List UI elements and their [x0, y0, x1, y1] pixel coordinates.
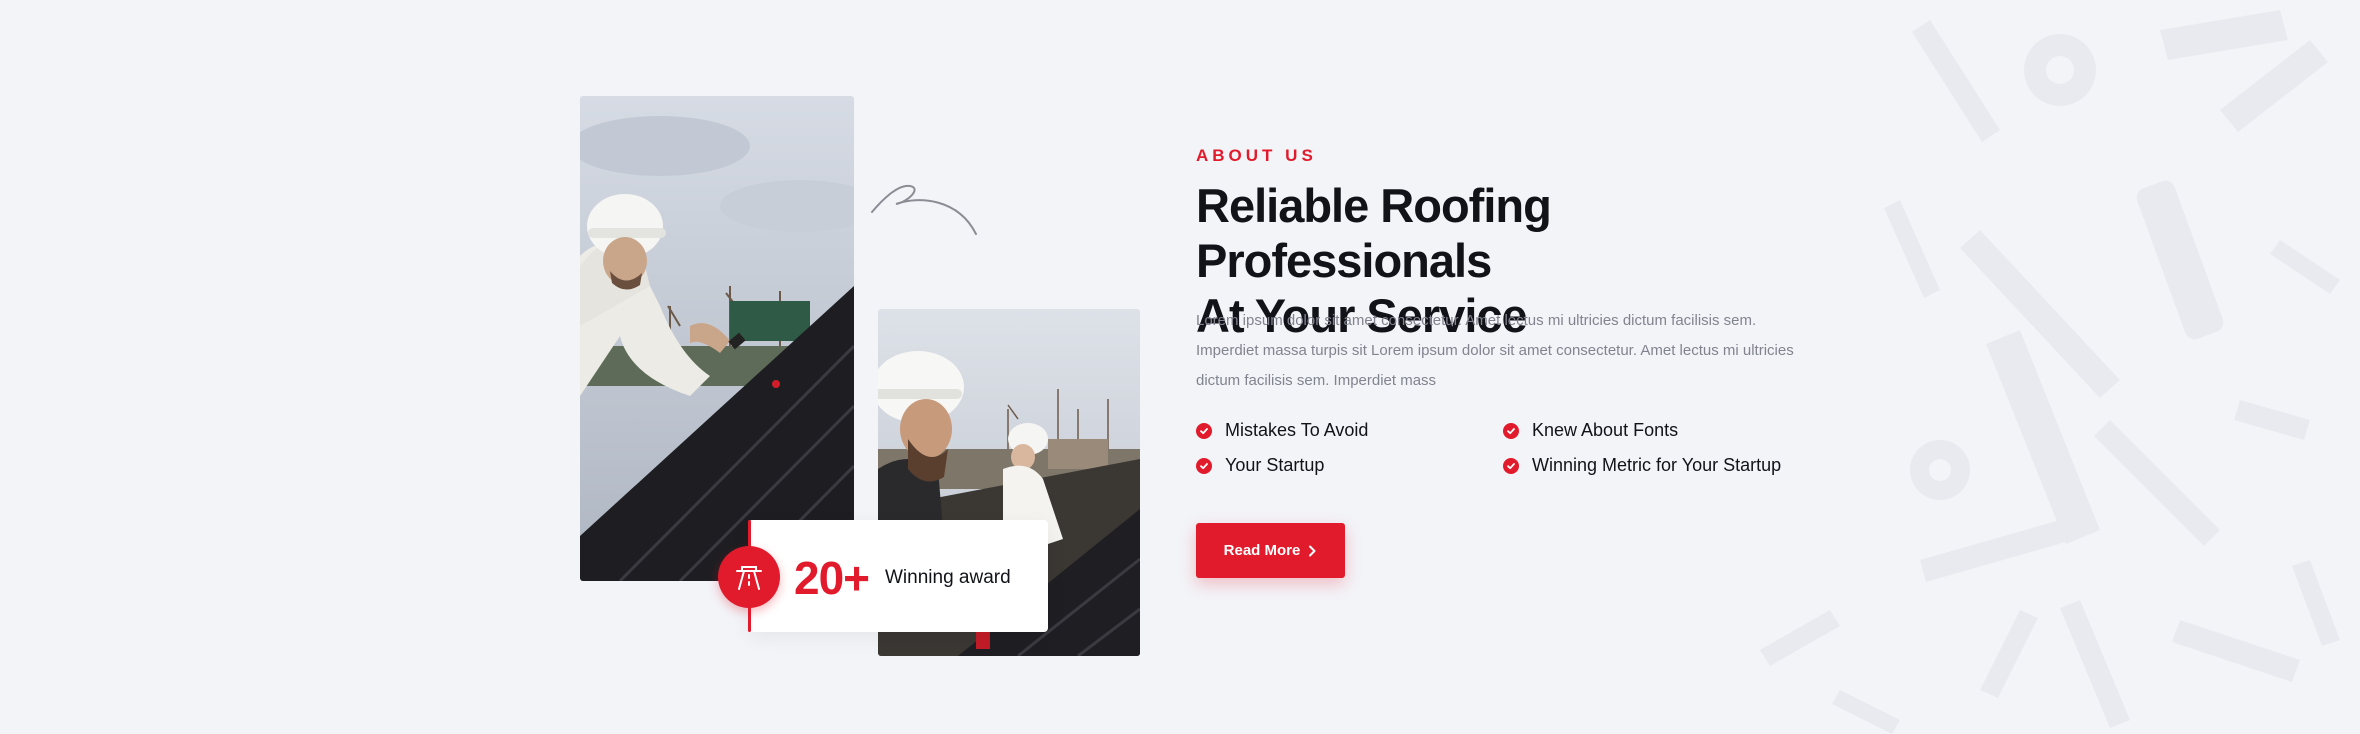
feature-label: Your Startup [1225, 455, 1325, 475]
feature-item: Winning Metric for Your Startup [1503, 455, 1781, 476]
feature-label: Mistakes To Avoid [1225, 420, 1369, 440]
read-more-button[interactable]: Read More [1196, 523, 1345, 578]
feature-label: Knew About Fonts [1532, 420, 1679, 440]
feature-label: Winning Metric for Your Startup [1532, 455, 1782, 475]
check-circle-icon [1503, 457, 1519, 474]
feature-item: Your Startup [1196, 455, 1324, 476]
section-eyebrow: ABOUT US [1196, 146, 1317, 165]
feature-item: Mistakes To Avoid [1196, 420, 1368, 441]
check-circle-icon [1196, 457, 1212, 474]
check-circle-icon [1196, 422, 1212, 439]
road-icon [718, 546, 780, 608]
squiggle-arrow-decoration [871, 184, 977, 235]
award-label: Winning award [885, 567, 1011, 588]
read-more-label: Read More [1223, 542, 1301, 559]
feature-item: Knew About Fonts [1503, 420, 1678, 441]
check-circle-icon [1503, 422, 1519, 439]
section-title-line-1: Reliable Roofing Professionals [1196, 179, 1552, 287]
roofer-photo-main [580, 96, 854, 581]
award-count: 20+ [794, 552, 870, 604]
chevron-right-icon [1309, 545, 1316, 556]
section-description: Lorem ipsum dolor sit amet consectetur. … [1196, 312, 1794, 389]
